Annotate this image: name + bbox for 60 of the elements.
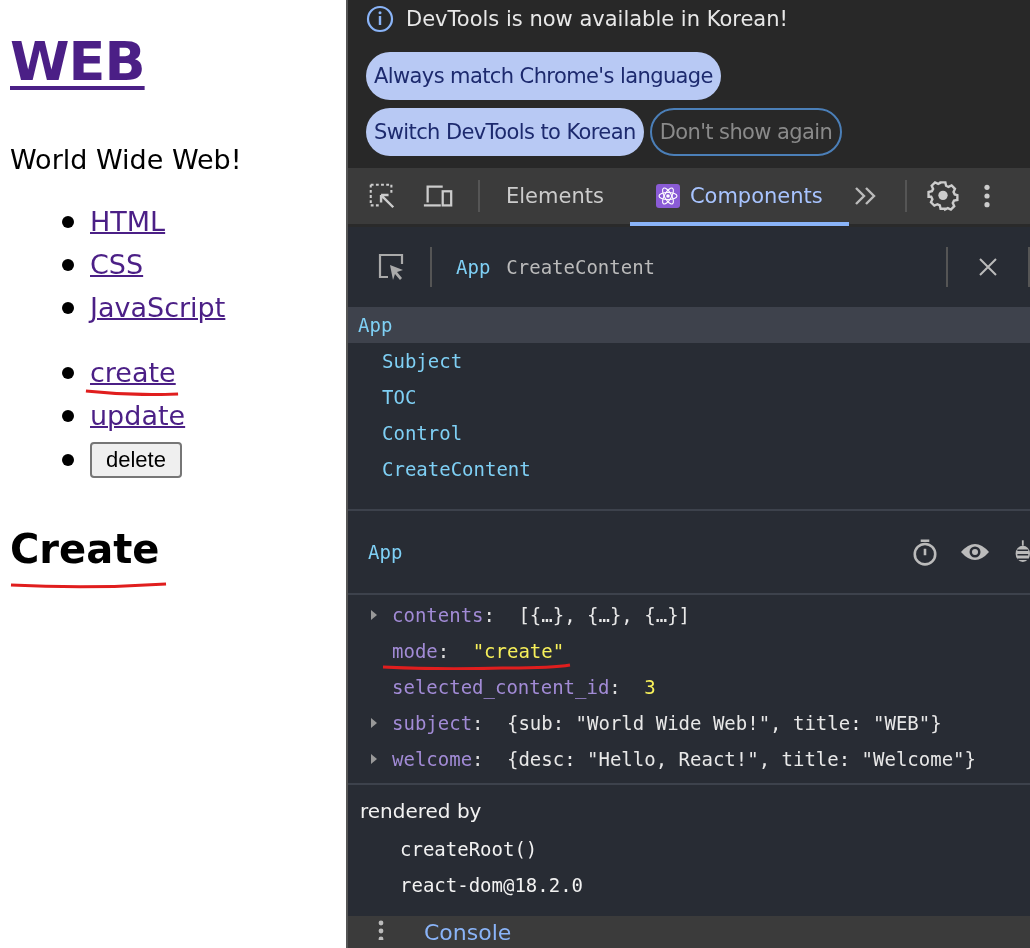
devtools-tab[interactable]: Elements <box>480 170 630 226</box>
toc-link[interactable]: JavaScript <box>90 290 226 325</box>
console-tab[interactable]: Console <box>424 918 512 948</box>
stopwatch-icon[interactable] <box>912 538 938 566</box>
notice-text: DevTools is now available in Korean! <box>406 7 788 31</box>
inspector-title: App <box>368 541 403 563</box>
toc-link[interactable]: HTML <box>90 204 166 239</box>
site-title-link[interactable]: WEB <box>10 30 145 94</box>
notice-button[interactable]: Always match Chrome's language <box>366 52 721 100</box>
prop-key: selected_content_id <box>392 676 610 698</box>
notice-button[interactable]: Switch DevTools to Korean <box>366 108 644 156</box>
tree-item[interactable]: Control <box>348 415 1030 451</box>
prop-key: subject <box>392 712 473 734</box>
prop-colon: : <box>472 712 484 734</box>
tree-item[interactable]: CreateContent <box>348 451 1030 487</box>
bullet-icon <box>62 366 74 379</box>
prop-value: [{…}, {…}, {…}] <box>518 604 690 626</box>
prop-colon: : <box>437 640 450 662</box>
control-link[interactable]: update <box>90 399 186 431</box>
renderer-item: createRoot() <box>399 837 539 862</box>
expand-arrow-icon[interactable] <box>370 717 378 729</box>
prop-value: {desc: "Hello, React!", title: "Welcome"} <box>507 748 976 770</box>
control-link[interactable]: create <box>90 356 176 388</box>
bullet-icon <box>62 258 74 271</box>
more-options-icon[interactable] <box>982 183 991 209</box>
prop-value: 3 <box>644 676 656 698</box>
renderer-item: react-dom@18.2.0 <box>399 873 585 898</box>
content-heading: Create <box>10 525 160 574</box>
bullet-icon <box>62 215 74 228</box>
eye-icon[interactable] <box>960 542 990 562</box>
atom-icon <box>655 184 680 208</box>
inspect-element-icon[interactable] <box>376 252 406 282</box>
site-subtitle: World Wide Web! <box>10 143 243 177</box>
tree-item[interactable]: TOC <box>348 379 1030 415</box>
prop-key: mode <box>392 640 438 662</box>
prop-value: {sub: "World Wide Web!", title: "WEB"} <box>507 712 942 734</box>
prop-value: "create" <box>472 640 565 662</box>
bullet-icon <box>62 454 74 466</box>
breadcrumb-item[interactable]: App <box>456 256 491 278</box>
expand-arrow-icon[interactable] <box>370 609 378 621</box>
notice-button[interactable]: Don't show again <box>649 108 843 156</box>
info-icon <box>366 5 394 33</box>
bullet-icon <box>62 409 74 422</box>
prop-colon: : <box>472 748 484 770</box>
prop-key: welcome <box>392 748 473 770</box>
bullet-icon <box>62 301 74 314</box>
tree-item[interactable]: Subject <box>348 343 1030 379</box>
settings-icon[interactable] <box>926 180 959 212</box>
close-icon[interactable] <box>978 257 998 277</box>
tree-item[interactable]: App <box>348 307 1030 343</box>
prop-key: contents <box>392 604 484 626</box>
breadcrumb-item[interactable]: CreateContent <box>506 256 656 278</box>
expand-arrow-icon[interactable] <box>370 753 378 765</box>
delete-button[interactable]: delete <box>90 442 182 478</box>
rendered-by-label: rendered by <box>360 799 483 825</box>
toc-link[interactable]: CSS <box>90 247 144 282</box>
drawer-menu-icon[interactable] <box>378 920 384 940</box>
devtools-tab[interactable]: Components <box>629 170 849 226</box>
prop-colon: : <box>483 604 495 626</box>
prop-colon: : <box>609 676 621 698</box>
